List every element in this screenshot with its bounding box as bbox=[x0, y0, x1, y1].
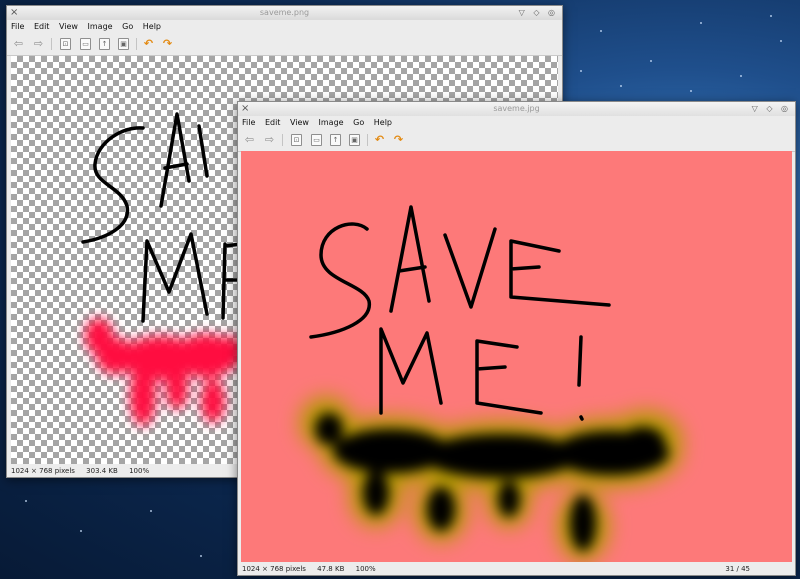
star bbox=[780, 40, 782, 42]
titlebar[interactable]: × saveme.png ▽ ◇ ◎ bbox=[7, 6, 562, 20]
window-title: saveme.png bbox=[259, 8, 310, 17]
star bbox=[700, 22, 702, 24]
toolbar: ⇦ ⇨ ⊡ ▭ ↑ ▣ ↶ ↷ bbox=[238, 129, 795, 152]
window-title: saveme.jpg bbox=[493, 104, 540, 113]
back-arrow-icon[interactable]: ⇦ bbox=[12, 37, 25, 50]
back-arrow-icon[interactable]: ⇦ bbox=[243, 133, 256, 146]
star bbox=[600, 30, 602, 32]
status-filesize: 303.4 KB bbox=[86, 467, 118, 475]
menu-file[interactable]: File bbox=[11, 22, 24, 31]
menu-edit[interactable]: Edit bbox=[265, 118, 281, 127]
print-icon[interactable]: ▭ bbox=[311, 134, 322, 146]
menu-edit[interactable]: Edit bbox=[34, 22, 50, 31]
toolbar: ⇦ ⇨ ⊡ ▭ ↑ ▣ ↶ ↷ bbox=[7, 33, 562, 56]
star bbox=[770, 15, 772, 17]
star bbox=[200, 555, 202, 557]
menu-go[interactable]: Go bbox=[353, 118, 364, 127]
menu-go[interactable]: Go bbox=[122, 22, 133, 31]
drawn-image bbox=[300, 205, 682, 561]
window-controls[interactable]: ▽ ◇ ◎ bbox=[519, 6, 558, 20]
menu-image[interactable]: Image bbox=[88, 22, 113, 31]
status-dimensions: 1024 × 768 pixels bbox=[11, 467, 75, 475]
forward-arrow-icon[interactable]: ⇨ bbox=[32, 37, 45, 50]
rotate-left-icon[interactable]: ↶ bbox=[142, 37, 155, 50]
rotate-right-icon[interactable]: ↷ bbox=[392, 133, 405, 146]
forward-arrow-icon[interactable]: ⇨ bbox=[263, 133, 276, 146]
ink-text bbox=[309, 205, 611, 421]
image-viewer-window-jpg: × saveme.jpg ▽ ◇ ◎ File Edit View Image … bbox=[237, 101, 796, 576]
menu-help[interactable]: Help bbox=[374, 118, 392, 127]
image-canvas[interactable] bbox=[241, 151, 792, 562]
gold-glow bbox=[300, 397, 682, 561]
export-icon[interactable]: ↑ bbox=[330, 134, 341, 146]
statusbar: 1024 × 768 pixels 47.8 KB 100% 31 / 45 bbox=[238, 563, 795, 575]
red-blob bbox=[85, 318, 245, 426]
menu-view[interactable]: View bbox=[290, 118, 309, 127]
status-filesize: 47.8 KB bbox=[317, 565, 345, 573]
print-icon[interactable]: ▭ bbox=[80, 38, 91, 50]
close-icon[interactable]: × bbox=[10, 6, 18, 20]
toolbar-separator bbox=[136, 38, 137, 50]
star bbox=[80, 530, 82, 532]
open-icon[interactable]: ⊡ bbox=[291, 134, 302, 146]
menu-help[interactable]: Help bbox=[143, 22, 161, 31]
rotate-right-icon[interactable]: ↷ bbox=[161, 37, 174, 50]
close-icon[interactable]: × bbox=[241, 102, 249, 116]
toolbar-separator bbox=[51, 38, 52, 50]
star bbox=[25, 500, 27, 502]
save-icon[interactable]: ▣ bbox=[349, 134, 360, 146]
open-icon[interactable]: ⊡ bbox=[60, 38, 71, 50]
save-icon[interactable]: ▣ bbox=[118, 38, 129, 50]
star bbox=[740, 75, 742, 77]
ink-text bbox=[81, 112, 243, 323]
status-image-position: 31 / 45 bbox=[725, 565, 750, 573]
toolbar-separator bbox=[282, 134, 283, 146]
menu-file[interactable]: File bbox=[242, 118, 255, 127]
titlebar[interactable]: × saveme.jpg ▽ ◇ ◎ bbox=[238, 102, 795, 116]
rotate-left-icon[interactable]: ↶ bbox=[373, 133, 386, 146]
star bbox=[690, 90, 692, 92]
export-icon[interactable]: ↑ bbox=[99, 38, 110, 50]
toolbar-separator bbox=[367, 134, 368, 146]
status-zoom: 100% bbox=[129, 467, 150, 475]
star bbox=[620, 85, 622, 87]
star bbox=[650, 60, 652, 62]
star bbox=[580, 70, 582, 72]
menubar: File Edit View Image Go Help bbox=[238, 116, 795, 129]
star bbox=[150, 510, 152, 512]
window-controls[interactable]: ▽ ◇ ◎ bbox=[752, 102, 791, 116]
menu-image[interactable]: Image bbox=[319, 118, 344, 127]
menubar: File Edit View Image Go Help bbox=[7, 20, 562, 33]
status-zoom: 100% bbox=[355, 565, 376, 573]
menu-view[interactable]: View bbox=[59, 22, 78, 31]
status-dimensions: 1024 × 768 pixels bbox=[242, 565, 306, 573]
